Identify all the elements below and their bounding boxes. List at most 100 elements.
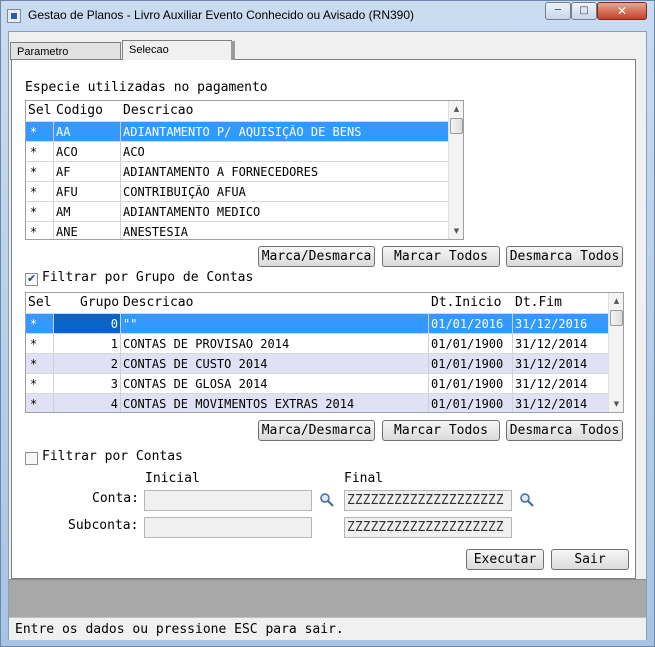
especie-row[interactable]: * AFU CONTRIBUIÇÃO AFUA	[26, 181, 448, 202]
column-header-dt-inicio[interactable]: Dt.Inicio	[431, 295, 501, 310]
grupo-row[interactable]: * 2 CONTAS DE CUSTO 2014 01/01/1900 31/12/20…	[26, 353, 608, 374]
tab-selecao[interactable]: Selecao	[122, 40, 235, 60]
column-separator	[512, 314, 513, 334]
column-separator	[428, 354, 429, 374]
column-header-sel[interactable]: Sel	[28, 103, 51, 118]
column-separator	[120, 354, 121, 374]
especie-grid[interactable]: Sel Codigo Descricao * AA ADIANTAMENTO P/ …	[25, 100, 464, 240]
especie-desmarca-todos-button[interactable]: Desmarca Todos	[506, 246, 623, 267]
conta-final-field[interactable]: ZZZZZZZZZZZZZZZZZZZZ	[344, 490, 512, 511]
cell-dt-fim: 31/12/2014	[515, 337, 588, 351]
especie-marca-desmarca-button[interactable]: Marca/Desmarca	[258, 246, 375, 267]
cell-dt-inicio: 01/01/1900	[431, 397, 504, 411]
cell-grupo: 1	[110, 337, 118, 351]
column-separator	[53, 222, 54, 239]
especie-marcar-todos-button[interactable]: Marcar Todos	[382, 246, 500, 267]
cell-sel: *	[30, 185, 38, 199]
filtrar-grupo-label: Filtrar por Grupo de Contas	[42, 270, 254, 285]
cell-codigo: ACO	[56, 145, 78, 159]
cell-codigo: AFU	[56, 185, 78, 199]
column-header-grupo[interactable]: Grupo	[80, 295, 119, 310]
status-area	[9, 579, 646, 617]
conta-label: Conta:	[92, 491, 139, 506]
tab-parametro[interactable]: Parametro	[10, 42, 121, 60]
magnifier-icon[interactable]	[319, 492, 335, 508]
especie-scrollbar[interactable]: ▲ ▼	[448, 101, 463, 239]
column-header-sel[interactable]: Sel	[28, 295, 51, 310]
cell-sel: *	[30, 357, 38, 371]
inicial-label: Inicial	[145, 471, 200, 486]
selecao-panel: Especie utilizadas no pagamento Sel Codi…	[11, 59, 636, 579]
grupo-grid-header: Sel Grupo Descricao Dt.Inicio Dt.Fim	[26, 293, 608, 313]
column-separator	[512, 394, 513, 412]
column-separator	[53, 142, 54, 162]
especie-row[interactable]: * AF ADIANTAMENTO A FORNECEDORES	[26, 161, 448, 182]
scroll-thumb[interactable]	[450, 118, 463, 134]
cell-descricao: ANESTESIA	[123, 225, 189, 239]
executar-button[interactable]: Executar	[466, 549, 544, 570]
especie-row[interactable]: * AA ADIANTAMENTO P/ AQUISIÇÃO DE BENS	[26, 121, 448, 142]
cell-dt-inicio: 01/01/1900	[431, 337, 504, 351]
cell-sel: *	[30, 377, 38, 391]
cell-grupo: 2	[110, 357, 118, 371]
title-bar[interactable]: Gestao de Planos - Livro Auxiliar Evento…	[1, 1, 654, 31]
grupo-row[interactable]: * 0 "" 01/01/2016 31/12/2016	[26, 313, 608, 334]
scroll-thumb[interactable]	[610, 310, 623, 326]
minimize-button[interactable]: ─	[545, 2, 571, 20]
column-header-codigo[interactable]: Codigo	[56, 103, 103, 118]
cell-descricao: ADIANTAMENTO A FORNECEDORES	[123, 165, 319, 179]
scroll-up-icon[interactable]: ▲	[449, 101, 463, 117]
column-separator	[120, 374, 121, 394]
magnifier-icon[interactable]	[519, 492, 535, 508]
especie-row[interactable]: * AM ADIANTAMENTO MEDICO	[26, 201, 448, 222]
cell-dt-fim: 31/12/2014	[515, 357, 588, 371]
conta-inicial-field[interactable]	[144, 490, 312, 511]
grupo-row[interactable]: * 4 CONTAS DE MOVIMENTOS EXTRAS 2014 01/01/…	[26, 393, 608, 412]
especie-row[interactable]: * ANE ANESTESIA	[26, 221, 448, 239]
cell-sel: *	[30, 125, 38, 139]
filtrar-contas-label: Filtrar por Contas	[42, 449, 183, 464]
cell-descricao: ACO	[123, 145, 145, 159]
column-separator	[53, 162, 54, 182]
grupo-marca-desmarca-button[interactable]: Marca/Desmarca	[258, 420, 375, 441]
cell-grupo: 3	[110, 377, 118, 391]
grupo-desmarca-todos-button[interactable]: Desmarca Todos	[506, 420, 623, 441]
cell-codigo: AM	[56, 205, 71, 219]
grupo-row[interactable]: * 3 CONTAS DE GLOSA 2014 01/01/1900 31/12/20…	[26, 373, 608, 394]
grupo-marcar-todos-button[interactable]: Marcar Todos	[382, 420, 500, 441]
app-icon	[7, 9, 21, 23]
cell-dt-fim: 31/12/2016	[515, 317, 588, 331]
column-header-descricao[interactable]: Descricao	[123, 295, 193, 310]
grupo-scrollbar[interactable]: ▲ ▼	[608, 293, 623, 412]
scroll-up-icon[interactable]: ▲	[609, 293, 623, 309]
column-header-descricao[interactable]: Descricao	[123, 103, 193, 118]
cell-descricao: CONTAS DE MOVIMENTOS EXTRAS 2014	[123, 397, 355, 411]
sair-button[interactable]: Sair	[551, 549, 629, 570]
scroll-down-icon[interactable]: ▼	[609, 396, 623, 412]
column-separator	[120, 222, 121, 239]
cell-dt-inicio: 01/01/1900	[431, 377, 504, 391]
column-separator	[120, 202, 121, 222]
application-window: Gestao de Planos - Livro Auxiliar Evento…	[0, 0, 655, 647]
close-button[interactable]: ✕	[597, 2, 647, 20]
column-separator	[512, 354, 513, 374]
column-separator	[428, 314, 429, 334]
cell-descricao: CONTAS DE GLOSA 2014	[123, 377, 268, 391]
column-separator	[120, 142, 121, 162]
cell-dt-fim: 31/12/2014	[515, 397, 588, 411]
subconta-inicial-field[interactable]	[144, 517, 312, 538]
cell-descricao: ""	[123, 317, 138, 331]
cell-grupo: 4	[110, 397, 118, 411]
maximize-button[interactable]: □	[571, 2, 597, 20]
filtrar-grupo-checkbox[interactable]	[25, 272, 38, 286]
scroll-down-icon[interactable]: ▼	[449, 223, 463, 239]
subconta-final-field[interactable]: ZZZZZZZZZZZZZZZZZZZZ	[344, 517, 512, 538]
grupo-row[interactable]: * 1 CONTAS DE PROVISAO 2014 01/01/1900 31/12…	[26, 333, 608, 354]
cell-grupo: 0	[110, 317, 118, 331]
grupo-grid[interactable]: Sel Grupo Descricao Dt.Inicio Dt.Fim * 0 "…	[25, 292, 624, 413]
column-header-dt-fim[interactable]: Dt.Fim	[515, 295, 562, 310]
subconta-label: Subconta:	[68, 518, 139, 533]
especie-row[interactable]: * ACO ACO	[26, 141, 448, 162]
cell-sel: *	[30, 145, 38, 159]
filtrar-contas-checkbox[interactable]	[25, 452, 38, 465]
